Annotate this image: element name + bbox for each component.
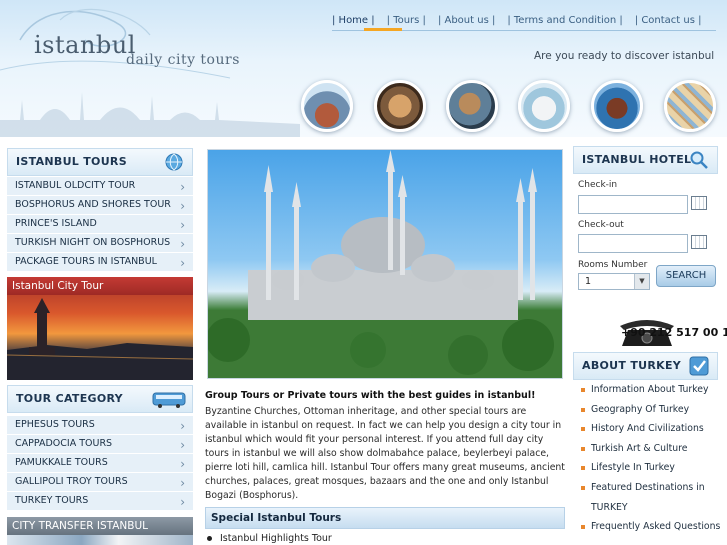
istanbul-hotels-header: ISTANBUL HOTELS — [573, 146, 718, 174]
rooms-select[interactable]: 1 ▼ — [578, 273, 650, 290]
chevron-right-icon: › — [180, 495, 185, 509]
istanbul-tours-list: ISTANBUL OLDCITY TOUR › BOSPHORUS AND SHO… — [7, 177, 193, 272]
blue-mosque-illustration — [208, 150, 562, 378]
transfer-image — [7, 535, 193, 545]
skyline-silhouette — [0, 92, 300, 137]
category-link-cappadocia[interactable]: CAPPADOCIA TOURS › — [7, 435, 193, 454]
tour-label: PACKAGE TOURS IN ISTANBUL — [15, 256, 157, 267]
istanbul-tours-title: ISTANBUL TOURS — [16, 155, 127, 168]
checkin-input[interactable] — [578, 195, 688, 214]
rooms-value: 1 — [585, 276, 592, 287]
category-label: CAPPADOCIA TOURS — [15, 438, 113, 449]
category-label: EPHESUS TOURS — [15, 419, 95, 430]
tour-label: PRINCE'S ISLAND — [15, 218, 97, 229]
magnifier-icon — [690, 151, 708, 169]
logo-text[interactable]: istanbul — [34, 31, 136, 59]
about-link-destinations-cont[interactable]: TURKEY — [581, 498, 727, 518]
calendar-icon[interactable] — [691, 196, 707, 210]
about-link-destinations[interactable]: Featured Destinations in — [581, 478, 727, 498]
site-header: istanbul daily city tours | Home | | Tou… — [0, 0, 727, 137]
main-nav: | Home | | Tours | | About us | | Terms … — [332, 10, 716, 30]
category-link-ephesus[interactable]: EPHESUS TOURS › — [7, 416, 193, 435]
category-label: PAMUKKALE TOURS — [15, 457, 108, 468]
intro-paragraph: Byzantine Churches, Ottoman inheritage, … — [205, 406, 565, 501]
about-link-history[interactable]: History And Civilizations — [581, 419, 727, 439]
maiden-tower-image — [7, 298, 193, 380]
tour-link-princes-island[interactable]: PRINCE'S ISLAND › — [7, 215, 193, 234]
special-tour-item[interactable]: Istanbul Highlights Tour — [207, 533, 332, 544]
category-label: TURKEY TOURS — [15, 495, 89, 506]
tagline: Are you ready to discover istanbul — [534, 50, 715, 62]
about-turkey-list: Information About Turkey Geography Of Tu… — [581, 380, 727, 537]
chevron-down-icon: ▼ — [634, 274, 649, 289]
nav-about-us[interactable]: | About us | — [438, 15, 495, 26]
about-turkey-header: ABOUT TURKEY — [573, 352, 718, 380]
rooms-label: Rooms Number — [578, 260, 648, 270]
tour-link-bosphorus[interactable]: BOSPHORUS AND SHORES TOUR › — [7, 196, 193, 215]
chevron-right-icon: › — [180, 419, 185, 433]
about-link-faq[interactable]: Frequently Asked Questions — [581, 517, 727, 537]
chevron-right-icon: › — [180, 199, 185, 213]
nav-home[interactable]: | Home | — [332, 15, 375, 26]
chevron-right-icon: › — [180, 237, 185, 251]
chevron-right-icon: › — [180, 218, 185, 232]
tour-label: TURKISH NIGHT ON BOSPHORUS — [15, 237, 171, 248]
about-link-geography[interactable]: Geography Of Turkey — [581, 400, 727, 420]
chevron-right-icon: › — [180, 476, 185, 490]
nav-tours[interactable]: | Tours | — [387, 15, 426, 26]
checkout-input[interactable] — [578, 234, 688, 253]
special-tours-header: Special Istanbul Tours — [205, 507, 565, 529]
city-tour-banner[interactable]: Istanbul City Tour — [7, 277, 193, 380]
city-transfer-banner[interactable]: CITY TRANSFER ISTANBUL — [7, 517, 193, 535]
about-link-art-culture[interactable]: Turkish Art & Culture — [581, 439, 727, 459]
istanbul-hotels-title: ISTANBUL HOTELS — [582, 153, 700, 166]
logo-subtitle: daily city tours — [126, 52, 240, 68]
hotel-search-form: Check-in Check-out Rooms Number 1 ▼ SEAR… — [573, 176, 718, 296]
photo-bubble-troy[interactable] — [591, 80, 643, 132]
calendar-icon[interactable] — [691, 235, 707, 249]
tour-label: BOSPHORUS AND SHORES TOUR — [15, 199, 171, 210]
tour-category-list: EPHESUS TOURS › CAPPADOCIA TOURS › PAMUKKA… — [7, 416, 193, 511]
photo-bubble-map[interactable] — [664, 80, 716, 132]
tour-link-turkish-night[interactable]: TURKISH NIGHT ON BOSPHORUS › — [7, 234, 193, 253]
chevron-right-icon: › — [180, 180, 185, 194]
istanbul-tours-header: ISTANBUL TOURS — [7, 148, 193, 176]
special-tour-label: Istanbul Highlights Tour — [220, 533, 332, 544]
photo-bubble-ephesus[interactable] — [374, 80, 426, 132]
tour-category-header: TOUR CATEGORY — [7, 385, 193, 413]
checkmark-icon — [689, 356, 709, 376]
tour-category-title: TOUR CATEGORY — [16, 392, 123, 405]
hotel-search-button[interactable]: SEARCH — [656, 265, 716, 287]
about-turkey-title: ABOUT TURKEY — [582, 359, 682, 372]
nav-contact[interactable]: | Contact us | — [635, 15, 702, 26]
category-link-gallipoli[interactable]: GALLIPOLI TROY TOURS › — [7, 473, 193, 492]
about-link-information[interactable]: Information About Turkey — [581, 380, 727, 400]
about-link-lifestyle[interactable]: Lifestyle In Turkey — [581, 458, 727, 478]
category-label: GALLIPOLI TROY TOURS — [15, 476, 128, 487]
tour-link-package[interactable]: PACKAGE TOURS IN ISTANBUL › — [7, 253, 193, 272]
checkin-label: Check-in — [578, 180, 618, 190]
nav-terms[interactable]: | Terms and Condition | — [507, 15, 622, 26]
category-link-turkey[interactable]: TURKEY TOURS › — [7, 492, 193, 511]
chevron-right-icon: › — [180, 256, 185, 270]
globe-icon — [165, 153, 183, 171]
photo-bubble-mosque[interactable] — [301, 80, 353, 132]
tour-link-oldcity[interactable]: ISTANBUL OLDCITY TOUR › — [7, 177, 193, 196]
bullet-icon — [207, 536, 212, 541]
bus-icon — [152, 392, 186, 408]
chevron-right-icon: › — [180, 457, 185, 471]
chevron-right-icon: › — [180, 438, 185, 452]
nav-active-indicator — [364, 28, 402, 31]
city-tour-label: Istanbul City Tour — [7, 277, 193, 295]
category-link-pamukkale[interactable]: PAMUKKALE TOURS › — [7, 454, 193, 473]
photo-bubble-cappadocia[interactable] — [446, 80, 498, 132]
checkout-label: Check-out — [578, 220, 624, 230]
hero-image-blue-mosque — [207, 149, 563, 379]
phone-number[interactable]: +90 212 517 00 13 — [621, 326, 727, 339]
intro-heading: Group Tours or Private tours with the be… — [205, 390, 536, 401]
tour-label: ISTANBUL OLDCITY TOUR — [15, 180, 136, 191]
photo-bubble-pamukkale[interactable] — [518, 80, 570, 132]
